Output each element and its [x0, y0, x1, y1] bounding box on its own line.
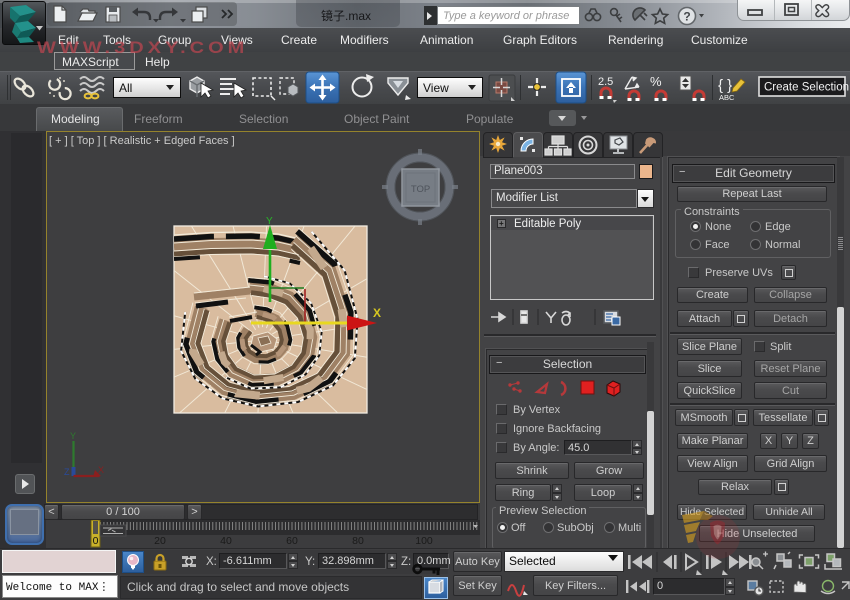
svg-text:X: X [98, 465, 104, 475]
svg-text:{ }: { } [718, 77, 732, 94]
svg-text:X: X [373, 306, 381, 320]
svg-text:0: 0 [93, 535, 99, 547]
svg-text:%: % [650, 74, 662, 89]
svg-text:Y: Y [266, 216, 273, 227]
svg-text:2.5: 2.5 [598, 76, 613, 88]
svg-text:80: 80 [352, 535, 364, 547]
svg-text:All: All [119, 81, 132, 95]
svg-text:?: ? [683, 10, 690, 24]
svg-text:100: 100 [415, 535, 433, 547]
svg-text:View: View [423, 81, 449, 95]
svg-text:ABC: ABC [719, 93, 735, 102]
svg-text:40: 40 [220, 535, 232, 547]
svg-text:Z: Z [64, 467, 70, 477]
svg-text:60: 60 [286, 535, 298, 547]
svg-text:TOP: TOP [411, 184, 430, 195]
svg-text:20: 20 [154, 535, 166, 547]
svg-text:Y: Y [70, 431, 76, 441]
svg-text:Create Selection: Create Selection [764, 82, 849, 94]
